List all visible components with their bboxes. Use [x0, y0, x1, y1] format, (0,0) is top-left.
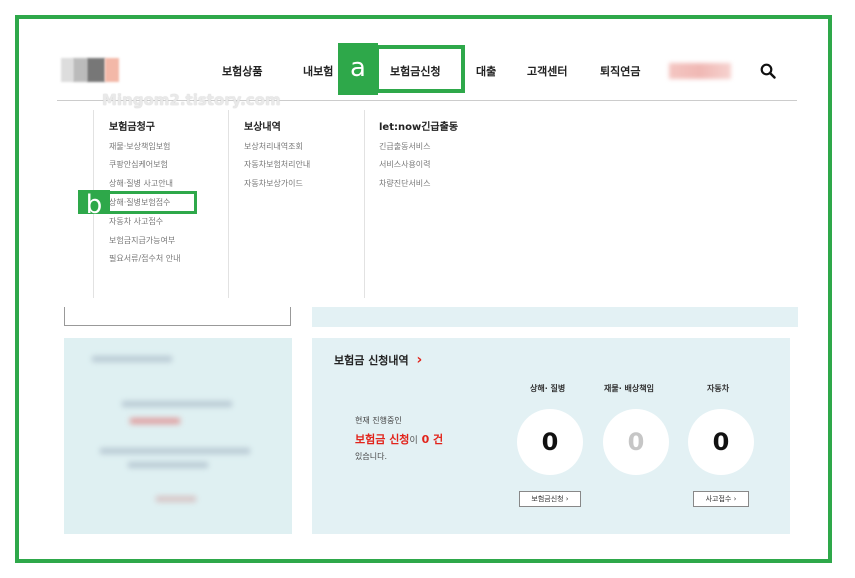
search-icon[interactable]: [760, 63, 776, 79]
claims-particle: 이: [409, 436, 418, 446]
menu-divider: [364, 110, 365, 298]
menu-item[interactable]: 자동차 사고접수: [109, 216, 163, 227]
menu-item[interactable]: 쿠팡안심케어보험: [109, 159, 168, 170]
watermark: Mingom2.tistory.com: [102, 91, 281, 109]
highlight-box-a: [375, 45, 465, 93]
menu-item[interactable]: 자동차보상가이드: [244, 178, 303, 189]
category-label-injury: 상해· 질병: [530, 384, 566, 393]
content-box-edge: [64, 307, 291, 326]
menu-item[interactable]: 서비스사용이력: [379, 159, 431, 170]
menu-item[interactable]: 보상처리내역조회: [244, 141, 303, 152]
count-circle-injury[interactable]: 0: [517, 409, 583, 475]
claims-desc-line3: 있습니다.: [355, 452, 387, 461]
blurred-promo-panel: [64, 338, 292, 534]
menu-item[interactable]: 재물·보상책임보험: [109, 141, 170, 152]
menu-col-claims-title[interactable]: 보험금청구: [109, 118, 155, 133]
menu-col-history-title[interactable]: 보상내역: [244, 118, 281, 133]
nav-item-customer-center[interactable]: 고객센터: [527, 63, 567, 79]
nav-item-insurance-products[interactable]: 보험상품: [222, 63, 262, 79]
claims-title-text: 보험금 신청내역: [334, 354, 409, 367]
category-label-property: 재물· 배상책임: [604, 384, 654, 393]
menu-item[interactable]: 필요서류/접수처 안내: [109, 253, 180, 264]
count-circle-auto[interactable]: 0: [688, 409, 754, 475]
claims-highlight: 보험금 신청: [355, 433, 410, 446]
menu-divider: [228, 110, 229, 298]
count-circle-property[interactable]: 0: [603, 409, 669, 475]
claims-title[interactable]: 보험금 신청내역 ›: [334, 352, 422, 368]
category-label-auto: 자동차: [707, 384, 730, 393]
brand-logo[interactable]: [61, 58, 121, 82]
nav-item-my-insurance[interactable]: 내보험: [303, 63, 333, 79]
menu-item[interactable]: 자동차보험처리안내: [244, 159, 310, 170]
chevron-right-icon: ›: [416, 352, 423, 368]
nav-item-loan[interactable]: 대출: [476, 63, 496, 79]
claims-desc-line2: 보험금 신청이 0 건: [355, 431, 443, 447]
claim-apply-button[interactable]: 보험금신청 ›: [519, 491, 581, 507]
nav-item-retirement-pension[interactable]: 퇴직연금: [600, 63, 640, 79]
accident-report-button[interactable]: 사고접수 ›: [693, 491, 749, 507]
highlight-box-b: [106, 191, 197, 214]
claims-desc-line1: 현재 진행중인: [355, 416, 402, 425]
menu-item[interactable]: 긴급출동서비스: [379, 141, 431, 152]
menu-item[interactable]: 상해·질병 사고안내: [109, 178, 173, 189]
claims-count-text: 0 건: [421, 433, 444, 446]
menu-col-emergency-title[interactable]: let:now긴급출동: [379, 118, 458, 133]
content-strip: [312, 307, 798, 327]
annotation-label-a: a: [338, 43, 378, 95]
menu-item[interactable]: 차량진단서비스: [379, 178, 431, 189]
menu-item[interactable]: 보험금지급가능여부: [109, 235, 175, 246]
blurred-user-area[interactable]: [669, 63, 731, 79]
